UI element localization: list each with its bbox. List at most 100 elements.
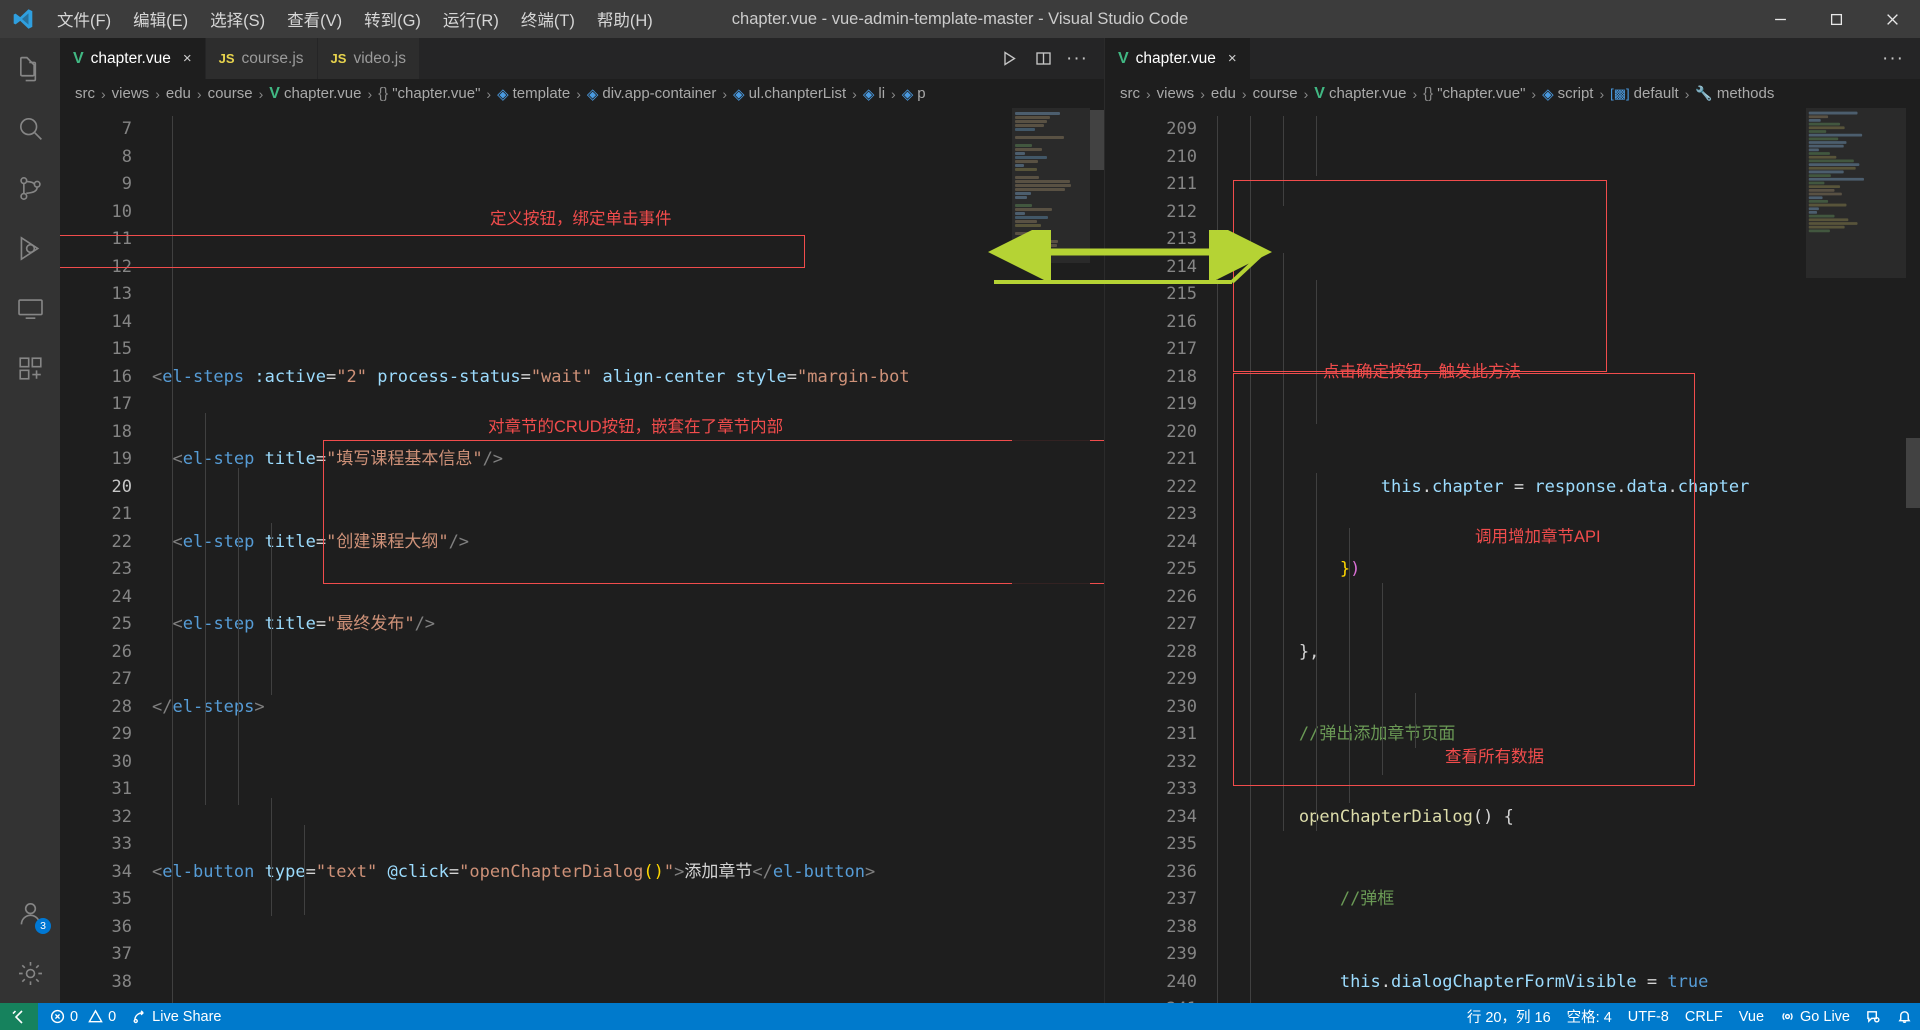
breadcrumb-item[interactable]: ◈div.app-container	[587, 85, 717, 103]
tab-label: chapter.vue	[91, 50, 171, 68]
breadcrumb-item[interactable]: ◈ul.chanpterList	[733, 85, 846, 103]
breadcrumb-item[interactable]: edu	[1211, 85, 1236, 102]
breadcrumb-item[interactable]: src	[75, 85, 95, 102]
status-cursor-position[interactable]: 行 20，列 16	[1459, 1003, 1559, 1030]
breadcrumb-item[interactable]: ◈script	[1542, 85, 1593, 103]
status-eol[interactable]: CRLF	[1677, 1003, 1731, 1030]
tab-bar-left: V chapter.vue × JS course.js JS video.js	[60, 38, 1104, 79]
settings-gear-icon[interactable]	[0, 943, 60, 1003]
extensions-icon[interactable]	[0, 338, 60, 398]
search-icon[interactable]	[0, 98, 60, 158]
status-indentation[interactable]: 空格: 4	[1559, 1003, 1620, 1030]
breadcrumb-item[interactable]: course	[1253, 85, 1298, 102]
wrench-icon: 🔧	[1695, 85, 1712, 102]
menu-help[interactable]: 帮助(H)	[586, 0, 664, 38]
status-notifications[interactable]	[1889, 1003, 1920, 1030]
status-language-mode[interactable]: Vue	[1731, 1003, 1772, 1030]
scrollbar-thumb[interactable]	[1906, 438, 1920, 508]
tab-label: course.js	[242, 50, 304, 68]
tab-video-js[interactable]: JS video.js	[318, 38, 420, 79]
more-actions-icon[interactable]: ···	[1878, 44, 1908, 74]
code-editor-left[interactable]: 789101112 131415161718 192021222324 2526…	[60, 108, 1104, 1003]
source-control-icon[interactable]	[0, 158, 60, 218]
breadcrumb-item[interactable]: Vchapter.vue	[1314, 85, 1406, 103]
cube-icon: ◈	[902, 85, 914, 103]
activity-bar: 3	[0, 38, 60, 1003]
tab-course-js[interactable]: JS course.js	[206, 38, 318, 79]
status-live-share[interactable]: Live Share	[124, 1003, 229, 1030]
run-code-icon[interactable]	[994, 44, 1024, 74]
cube-icon: ◈	[863, 85, 875, 103]
run-and-debug-icon[interactable]	[0, 218, 60, 278]
tab-chapter-vue-right[interactable]: V chapter.vue ×	[1105, 38, 1251, 79]
live-share-icon	[132, 1009, 147, 1024]
breadcrumb-item[interactable]: ◈li	[863, 85, 885, 103]
breadcrumb-item[interactable]: {}"chapter.vue"	[378, 85, 480, 102]
breadcrumb-item[interactable]: src	[1120, 85, 1140, 102]
editor-scrollbar-left[interactable]	[1090, 108, 1104, 1003]
feedback-smiley-icon	[1866, 1009, 1881, 1024]
breadcrumb-item[interactable]: edu	[166, 85, 191, 102]
split-editor-icon[interactable]	[1028, 44, 1058, 74]
status-go-live[interactable]: Go Live	[1772, 1003, 1858, 1030]
breadcrumb-item[interactable]: ◈template	[497, 85, 570, 103]
tab-chapter-vue[interactable]: V chapter.vue ×	[60, 38, 206, 79]
breadcrumb-item[interactable]: 🔧methods	[1695, 85, 1774, 102]
remote-explorer-icon[interactable]	[0, 278, 60, 338]
maximize-button[interactable]	[1808, 0, 1864, 38]
editor-group-left: V chapter.vue × JS course.js JS video.js	[60, 38, 1104, 1003]
status-bar: 0 0 Live Share 行 20，列 16 空格: 4 UTF-8 CRL…	[0, 1003, 1920, 1030]
tab-label: chapter.vue	[1136, 50, 1216, 68]
menu-select[interactable]: 选择(S)	[199, 0, 276, 38]
status-feedback[interactable]	[1858, 1003, 1889, 1030]
cube-icon: ◈	[587, 85, 599, 103]
more-actions-icon[interactable]: ···	[1062, 44, 1092, 74]
js-file-icon: JS	[219, 52, 235, 65]
code-editor-right[interactable]: 209210211212213214 215216217218219220 22…	[1105, 108, 1920, 1003]
remote-window-icon[interactable]	[0, 1003, 38, 1030]
menu-edit[interactable]: 编辑(E)	[122, 0, 199, 38]
breadcrumb-item[interactable]: ◈p	[902, 85, 926, 103]
scrollbar-thumb[interactable]	[1090, 110, 1104, 170]
breadcrumb-item[interactable]: views	[1157, 85, 1195, 102]
editor-scrollbar-right[interactable]	[1906, 108, 1920, 1003]
vue-file-icon: V	[269, 85, 280, 103]
status-encoding[interactable]: UTF-8	[1620, 1003, 1677, 1030]
go-live-label: Go Live	[1800, 1009, 1850, 1025]
menu-goto[interactable]: 转到(G)	[353, 0, 432, 38]
explorer-icon[interactable]	[0, 38, 60, 98]
minimap-slider[interactable]	[1806, 108, 1906, 278]
minimap-right[interactable]	[1806, 108, 1906, 1003]
warning-triangle-icon	[88, 1009, 103, 1024]
code-content-left[interactable]: <el-steps :active="2" process-status="wa…	[146, 108, 1104, 1003]
live-share-label: Live Share	[152, 1009, 221, 1025]
workbench-body: 3 V chapter.vue ×	[0, 38, 1920, 1003]
breadcrumb-item[interactable]: views	[112, 85, 150, 102]
breadcrumb-item[interactable]: [▩]default	[1610, 85, 1679, 102]
menu-view[interactable]: 查看(V)	[276, 0, 353, 38]
menu-terminal[interactable]: 终端(T)	[510, 0, 586, 38]
status-problems[interactable]: 0 0	[42, 1003, 124, 1030]
vue-file-icon: V	[73, 51, 84, 67]
menu-bar: 文件(F) 编辑(E) 选择(S) 查看(V) 转到(G) 运行(R) 终端(T…	[46, 0, 664, 38]
vscode-window: 文件(F) 编辑(E) 选择(S) 查看(V) 转到(G) 运行(R) 终端(T…	[0, 0, 1920, 1030]
minimap-slider[interactable]	[1012, 108, 1090, 263]
close-icon[interactable]: ×	[1228, 51, 1237, 66]
minimize-button[interactable]	[1752, 0, 1808, 38]
breadcrumb-item[interactable]: course	[208, 85, 253, 102]
menu-file[interactable]: 文件(F)	[46, 0, 122, 38]
menu-run[interactable]: 运行(R)	[432, 0, 510, 38]
braces-icon: {}	[1423, 85, 1433, 102]
minimap-left[interactable]	[1012, 108, 1090, 1003]
vscode-logo-icon	[0, 7, 46, 31]
line-numbers-right: 209210211212213214 215216217218219220 22…	[1105, 108, 1211, 1003]
accounts-icon[interactable]: 3	[0, 883, 60, 943]
bell-icon	[1897, 1009, 1912, 1024]
js-file-icon: JS	[331, 52, 347, 65]
breadcrumb-left: src› views› edu› course› Vchapter.vue› {…	[60, 79, 1104, 108]
close-icon[interactable]: ×	[183, 51, 192, 66]
breadcrumb-item[interactable]: {}"chapter.vue"	[1423, 85, 1525, 102]
line-numbers-left: 789101112 131415161718 192021222324 2526…	[60, 108, 146, 1003]
close-button[interactable]	[1864, 0, 1920, 38]
breadcrumb-item[interactable]: Vchapter.vue	[269, 85, 361, 103]
